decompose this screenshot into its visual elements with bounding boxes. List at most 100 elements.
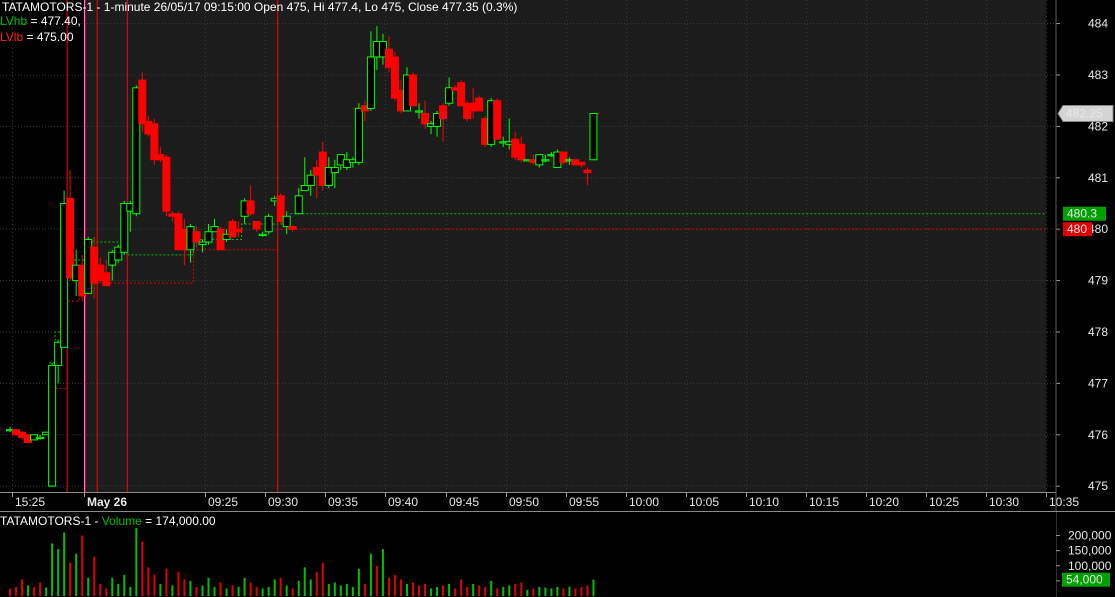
candle-body[interactable] (589, 113, 598, 161)
volume-bar[interactable] (171, 585, 174, 596)
volume-bar[interactable] (580, 586, 583, 596)
volume-bar[interactable] (105, 588, 108, 596)
volume-bar[interactable] (207, 577, 210, 596)
volume-bar[interactable] (39, 582, 42, 596)
volume-bar[interactable] (586, 585, 589, 596)
volume-bar[interactable] (448, 583, 451, 596)
volume-bar[interactable] (273, 579, 276, 596)
volume-bar[interactable] (339, 585, 342, 596)
volume-bar[interactable] (189, 580, 192, 596)
volume-bar[interactable] (418, 585, 421, 596)
volume-bar[interactable] (249, 582, 252, 596)
volume-bar[interactable] (387, 577, 390, 596)
chart-title[interactable]: TATAMOTORS-1 - 1-minute 26/05/17 09:15:0… (2, 0, 517, 14)
candle-body[interactable] (162, 156, 171, 212)
volume-bar[interactable] (291, 588, 294, 596)
volume-bar[interactable] (393, 574, 396, 596)
candle-body[interactable] (264, 215, 273, 233)
volume-bar[interactable] (321, 562, 324, 596)
volume-bar[interactable] (255, 586, 258, 596)
volume-bar[interactable] (63, 532, 66, 596)
volume-bar[interactable] (87, 577, 90, 596)
volume-bar[interactable] (45, 587, 48, 596)
candle-body[interactable] (234, 228, 243, 233)
volume-bar[interactable] (135, 528, 138, 596)
volume-bar[interactable] (75, 553, 78, 596)
volume-bar[interactable] (466, 586, 469, 596)
volume-bar[interactable] (33, 586, 36, 596)
volume-bar[interactable] (129, 586, 132, 596)
volume-bar[interactable] (213, 586, 216, 596)
volume-title[interactable]: TATAMOTORS-1 - Volume = 174,000.00 (0, 514, 216, 528)
volume-bar[interactable] (454, 588, 457, 596)
volume-bar[interactable] (123, 574, 126, 596)
volume-bar[interactable] (574, 588, 577, 596)
volume-bar[interactable] (9, 588, 11, 596)
candle-body[interactable] (493, 100, 502, 140)
volume-bar[interactable] (219, 582, 222, 596)
volume-bar[interactable] (15, 586, 18, 596)
candle-body[interactable] (330, 166, 339, 174)
volume-bar[interactable] (592, 579, 595, 596)
volume-bar[interactable] (532, 588, 535, 596)
candle-body[interactable] (577, 161, 586, 166)
volume-bar[interactable] (430, 588, 433, 596)
volume-bar[interactable] (351, 586, 354, 596)
volume-bar[interactable] (111, 577, 114, 596)
volume-bar[interactable] (285, 585, 288, 596)
volume-bar[interactable] (490, 580, 493, 596)
candle-body[interactable] (258, 233, 267, 237)
volume-bar[interactable] (412, 582, 415, 596)
volume-bar[interactable] (538, 586, 541, 596)
volume-bar[interactable] (21, 579, 24, 596)
volume-bar[interactable] (267, 586, 270, 596)
volume-bar[interactable] (231, 585, 234, 596)
volume-bar[interactable] (261, 588, 264, 596)
candle-body[interactable] (475, 97, 484, 112)
volume-bar[interactable] (508, 585, 511, 596)
volume-bar[interactable] (502, 586, 505, 596)
volume-bar[interactable] (237, 586, 240, 596)
volume-bar[interactable] (345, 583, 348, 596)
volume-bar[interactable] (478, 585, 481, 596)
volume-bar[interactable] (472, 583, 475, 596)
volume-bar[interactable] (279, 577, 282, 596)
volume-bar[interactable] (153, 574, 156, 596)
volume-bar[interactable] (165, 568, 168, 596)
volume-bar[interactable] (225, 588, 228, 596)
volume-bar[interactable] (99, 583, 102, 596)
candle-body[interactable] (294, 195, 303, 215)
volume-bar[interactable] (442, 585, 445, 596)
volume-bar[interactable] (57, 549, 60, 596)
candle-body[interactable] (300, 184, 309, 192)
volume-bar[interactable] (436, 586, 439, 596)
volume-bar[interactable] (27, 585, 30, 596)
candle-body[interactable] (138, 79, 147, 125)
volume-bar[interactable] (568, 586, 571, 596)
volume-bar[interactable] (405, 583, 408, 596)
volume-bar[interactable] (81, 535, 84, 596)
volume-bar[interactable] (177, 571, 180, 596)
candle-body[interactable] (246, 200, 255, 215)
volume-bar[interactable] (369, 553, 372, 596)
volume-bar[interactable] (159, 583, 162, 596)
volume-bar[interactable] (327, 583, 330, 596)
candle-body[interactable] (409, 74, 418, 107)
volume-bar[interactable] (141, 541, 144, 596)
volume-bar[interactable] (315, 571, 318, 596)
volume-bar[interactable] (243, 577, 246, 596)
volume-bar[interactable] (526, 589, 529, 596)
volume-bar[interactable] (309, 579, 312, 596)
candle-body[interactable] (583, 169, 592, 174)
volume-bar[interactable] (93, 556, 96, 596)
volume-bar[interactable] (520, 582, 523, 596)
candle-body[interactable] (282, 215, 291, 228)
candle-body[interactable] (306, 174, 315, 186)
volume-bar[interactable] (297, 580, 300, 596)
volume-bar[interactable] (195, 586, 198, 596)
candle-body[interactable] (288, 226, 297, 230)
volume-bar[interactable] (303, 567, 306, 596)
volume-bar[interactable] (69, 562, 72, 596)
volume-bar[interactable] (333, 582, 336, 596)
volume-bar[interactable] (117, 583, 120, 596)
